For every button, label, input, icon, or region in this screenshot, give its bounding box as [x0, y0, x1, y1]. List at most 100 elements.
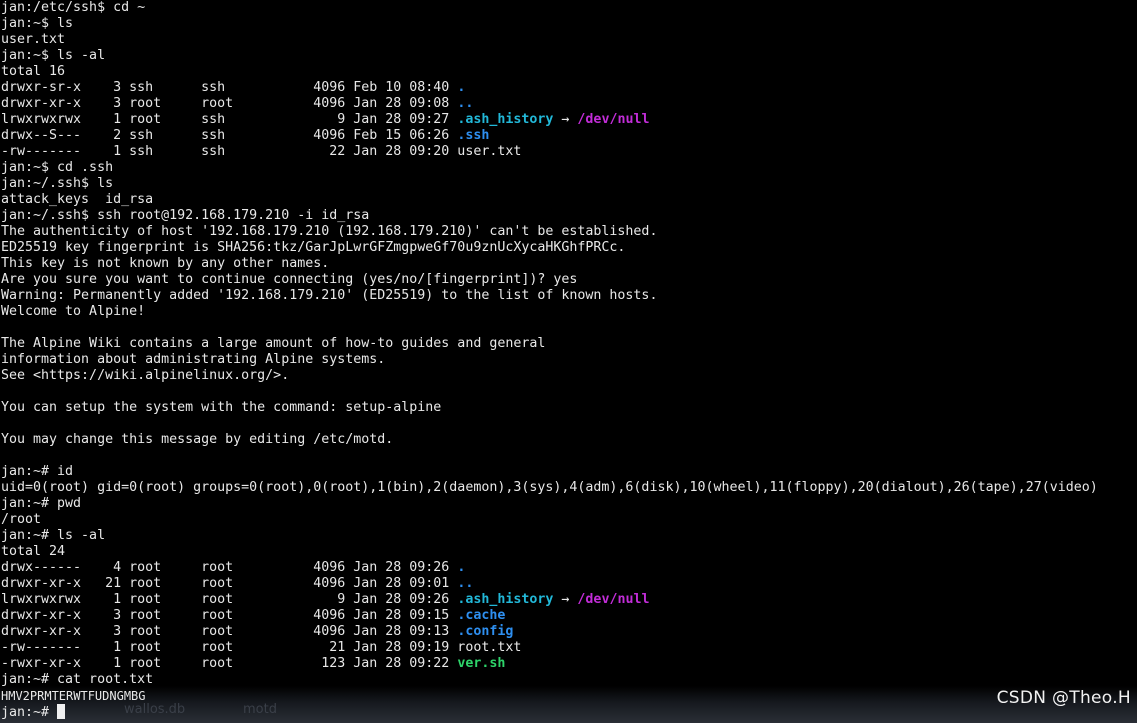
terminal-text: attack_keys id_rsa	[1, 192, 154, 207]
terminal-line: drwxr-xr-x 21 root root 4096 Jan 28 09:0…	[1, 576, 1131, 592]
terminal-text-blue: .cache	[457, 608, 506, 623]
terminal-text: jan:/etc/ssh$ cd ~	[1, 0, 146, 15]
terminal-line: jan:~# cat root.txt	[1, 672, 1131, 688]
terminal-text: jan:~#	[1, 705, 58, 720]
terminal-line: You can setup the system with the comman…	[1, 400, 1131, 416]
terminal-line: drwxr-xr-x 3 root root 4096 Jan 28 09:08…	[1, 96, 1131, 112]
terminal-line: -rw------- 1 ssh ssh 22 Jan 28 09:20 use…	[1, 144, 1131, 160]
terminal-line: drwxr-xr-x 3 root root 4096 Jan 28 09:15…	[1, 608, 1131, 624]
terminal-text: jan:~# cat root.txt	[1, 672, 154, 687]
terminal-text: →	[553, 592, 578, 607]
terminal-text: user.txt	[1, 32, 66, 47]
terminal-line: drwx------ 4 root root 4096 Jan 28 09:26…	[1, 560, 1131, 576]
terminal-text: drwx------ 4 root root 4096 Jan 28 09:26	[1, 560, 458, 575]
terminal-line: lrwxrwxrwx 1 root ssh 9 Jan 28 09:27 .as…	[1, 112, 1131, 128]
terminal-line: -rwxr-xr-x 1 root root 123 Jan 28 09:22 …	[1, 656, 1131, 672]
terminal-line: The Alpine Wiki contains a large amount …	[1, 336, 1131, 352]
terminal-line: information about administrating Alpine …	[1, 352, 1131, 368]
terminal-text-blue: ..	[457, 576, 474, 591]
terminal-line: This key is not known by any other names…	[1, 256, 1131, 272]
terminal-line: lrwxrwxrwx 1 root root 9 Jan 28 09:26 .a…	[1, 592, 1131, 608]
terminal-text: The Alpine Wiki contains a large amount …	[1, 336, 546, 351]
terminal-line: Warning: Permanently added '192.168.179.…	[1, 288, 1131, 304]
terminal-text: jan:~$ cd .ssh	[1, 160, 114, 175]
terminal-text: jan:~/.ssh$ ssh root@192.168.179.210 -i …	[1, 208, 370, 223]
terminal-text-green: ver.sh	[457, 656, 506, 671]
terminal-text-blue: .ssh	[457, 128, 490, 143]
watermark-text: CSDN @Theo.H	[996, 688, 1131, 708]
terminal-text: jan:~$ ls	[1, 16, 74, 31]
text-cursor	[57, 704, 66, 719]
terminal-line: user.txt	[1, 32, 1131, 48]
terminal-text: total 24	[1, 544, 66, 559]
terminal-text-purple: /dev/null	[577, 592, 650, 607]
terminal-line: jan:~#	[1, 704, 1131, 720]
terminal-text: information about administrating Alpine …	[1, 352, 386, 367]
terminal-text: drwxr-sr-x 3 ssh ssh 4096 Feb 10 08:40	[1, 80, 458, 95]
terminal-text: lrwxrwxrwx 1 root root 9 Jan 28 09:26	[1, 592, 458, 607]
terminal-text: drwxr-xr-x 3 root root 4096 Jan 28 09:13	[1, 624, 458, 639]
terminal-line: jan:~# pwd	[1, 496, 1131, 512]
terminal-line: jan:~$ ls	[1, 16, 1131, 32]
terminal-line: jan:~$ cd .ssh	[1, 160, 1131, 176]
terminal-text: →	[553, 112, 578, 127]
terminal-text: drwxr-xr-x 3 root root 4096 Jan 28 09:15	[1, 608, 458, 623]
terminal-line: jan:~# id	[1, 464, 1131, 480]
terminal-line: drwxr-sr-x 3 ssh ssh 4096 Feb 10 08:40 .	[1, 80, 1131, 96]
terminal-text-blue: .	[457, 560, 466, 575]
terminal-text: /root	[1, 512, 42, 527]
terminal-text-blue: ..	[457, 96, 474, 111]
terminal-line: uid=0(root) gid=0(root) groups=0(root),0…	[1, 480, 1131, 496]
terminal-text: -rw------- 1 ssh ssh 22 Jan 28 09:20 use…	[1, 144, 522, 159]
terminal-text-purple: /dev/null	[577, 112, 650, 127]
terminal-text: See <https://wiki.alpinelinux.org/>.	[1, 368, 290, 383]
terminal-text: -rwxr-xr-x 1 root root 123 Jan 28 09:22	[1, 656, 458, 671]
terminal-text: lrwxrwxrwx 1 root ssh 9 Jan 28 09:27	[1, 112, 458, 127]
terminal-line: total 24	[1, 544, 1131, 560]
terminal-text-cyan: .ash_history	[457, 592, 554, 607]
terminal-text: You can setup the system with the comman…	[1, 400, 442, 415]
terminal-line: See <https://wiki.alpinelinux.org/>.	[1, 368, 1131, 384]
terminal-text-small: HMV2PRMTERWTFUDNGMBG	[1, 689, 146, 703]
terminal-text: Warning: Permanently added '192.168.179.…	[1, 288, 658, 303]
terminal-text: total 16	[1, 64, 66, 79]
terminal-output: jan:/etc/ssh$ cd ~ jan:~$ ls user.txt jan:~…	[1, 0, 1131, 720]
terminal-text: The authenticity of host '192.168.179.21…	[1, 224, 658, 239]
terminal-text: ED25519 key fingerprint is SHA256:tkz/Ga…	[1, 240, 626, 255]
terminal-line: You may change this message by editing /…	[1, 432, 1131, 448]
terminal-line: ED25519 key fingerprint is SHA256:tkz/Ga…	[1, 240, 1131, 256]
terminal-text: Welcome to Alpine!	[1, 304, 146, 319]
terminal-line: attack_keys id_rsa	[1, 192, 1131, 208]
terminal-text: jan:~# ls -al	[1, 528, 106, 543]
terminal-line: drwxr-xr-x 3 root root 4096 Jan 28 09:13…	[1, 624, 1131, 640]
terminal-text: This key is not known by any other names…	[1, 256, 330, 271]
terminal-line: -rw------- 1 root root 21 Jan 28 09:19 r…	[1, 640, 1131, 656]
terminal-text: jan:~# id	[1, 464, 74, 479]
terminal-line: jan:~# ls -al	[1, 528, 1131, 544]
terminal-text: You may change this message by editing /…	[1, 432, 394, 447]
terminal-line: jan:/etc/ssh$ cd ~	[1, 0, 1131, 16]
terminal-text-blue: .	[457, 80, 466, 95]
terminal-line: /root	[1, 512, 1131, 528]
terminal-text: jan:~$ ls -al	[1, 48, 106, 63]
terminal-text: jan:~# pwd	[1, 496, 82, 511]
terminal-text: drwxr-xr-x 3 root root 4096 Jan 28 09:08	[1, 96, 458, 111]
terminal-text: Are you sure you want to continue connec…	[1, 272, 578, 287]
terminal-text-cyan: .ash_history	[457, 112, 554, 127]
terminal-line: jan:~/.ssh$ ssh root@192.168.179.210 -i …	[1, 208, 1131, 224]
terminal-line: Welcome to Alpine!	[1, 304, 1131, 320]
terminal-text-blue: .config	[457, 624, 514, 639]
terminal-line: jan:~/.ssh$ ls	[1, 176, 1131, 192]
terminal-line: Are you sure you want to continue connec…	[1, 272, 1131, 288]
terminal-line: jan:~$ ls -al	[1, 48, 1131, 64]
terminal-line: HMV2PRMTERWTFUDNGMBG	[1, 688, 1131, 704]
terminal-line: The authenticity of host '192.168.179.21…	[1, 224, 1131, 240]
terminal-text: drwx--S--- 2 ssh ssh 4096 Feb 15 06:26	[1, 128, 458, 143]
terminal-text: -rw------- 1 root root 21 Jan 28 09:19 r…	[1, 640, 522, 655]
terminal-window[interactable]: wallos.db motd jan:/etc/ssh$ cd ~ jan:~$ …	[0, 0, 1137, 723]
terminal-line: total 16	[1, 64, 1131, 80]
